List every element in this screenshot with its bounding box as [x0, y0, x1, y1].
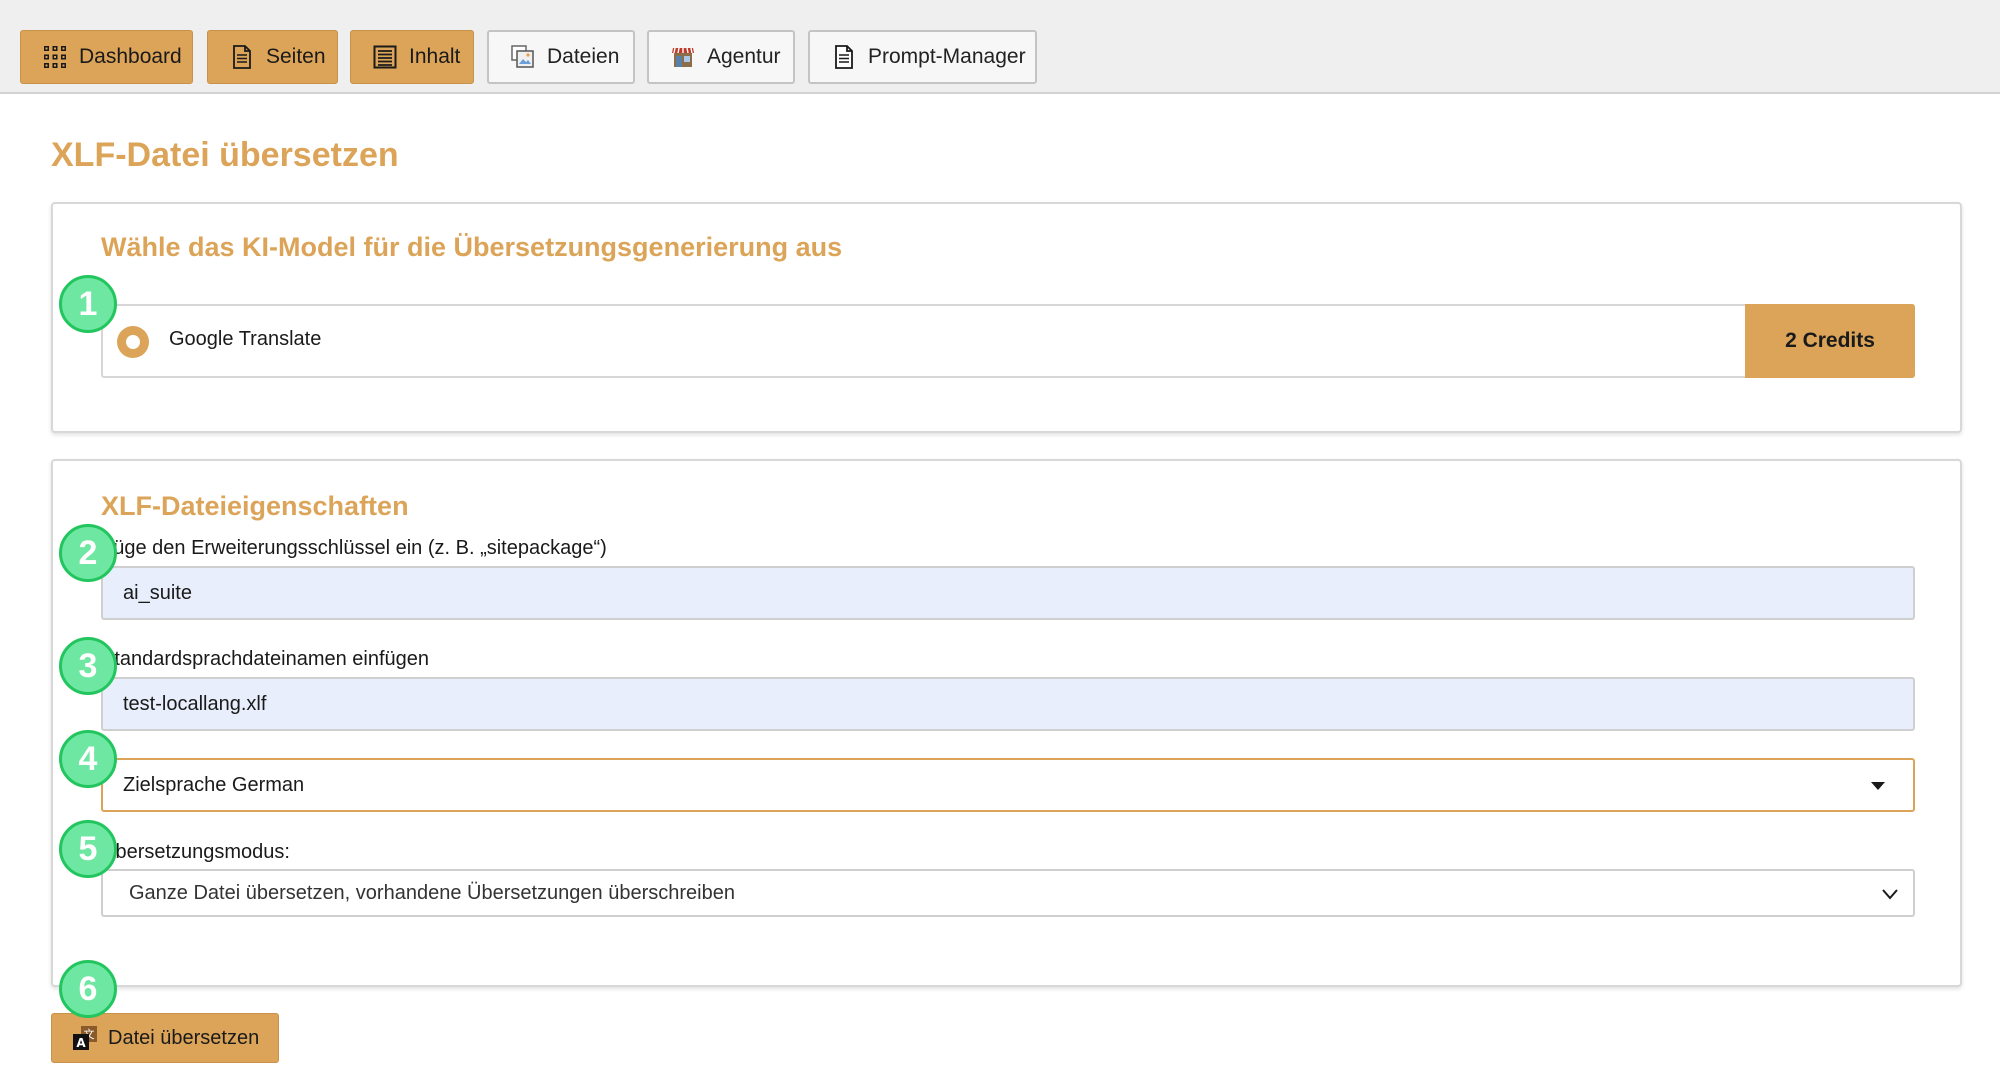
- page-icon: [233, 45, 251, 69]
- model-option-label: Google Translate: [169, 328, 322, 350]
- model-option-google-translate[interactable]: Google Translate 2 Credits: [101, 304, 1915, 378]
- nav-agentur-label: Agentur: [707, 45, 781, 68]
- target-language-value: Zielsprache German: [123, 773, 305, 796]
- nav-dateien-label: Dateien: [547, 45, 620, 68]
- nav-dashboard-label: Dashboard: [79, 45, 182, 68]
- step-badge-1: 1: [59, 275, 117, 333]
- filename-input[interactable]: [101, 677, 1915, 731]
- translation-mode-label: Übersetzungsmodus:: [101, 841, 290, 863]
- model-radio[interactable]: [117, 326, 149, 358]
- nav-dateien-button[interactable]: Dateien: [487, 30, 635, 84]
- nav-prompt-manager-label: Prompt-Manager: [868, 45, 1026, 68]
- nav-seiten-label: Seiten: [266, 45, 326, 68]
- credits-badge: 2 Credits: [1745, 304, 1915, 378]
- target-language-select[interactable]: Zielsprache German: [101, 758, 1915, 812]
- top-navigation: Dashboard Seiten Inhalt Dateien Agentur …: [0, 0, 2000, 94]
- nav-prompt-manager-button[interactable]: Prompt-Manager: [808, 30, 1037, 84]
- model-selection-panel: Wähle das KI-Model für die Übersetzungsg…: [51, 202, 1962, 433]
- step-badge-2: 2: [59, 524, 117, 582]
- files-icon: [511, 45, 534, 68]
- nav-inhalt-button[interactable]: Inhalt: [350, 30, 474, 84]
- translate-icon: 文A: [73, 1026, 97, 1050]
- document-icon: [835, 45, 853, 69]
- nav-inhalt-label: Inhalt: [409, 45, 461, 68]
- chevron-down-icon: [1882, 889, 1898, 900]
- nav-agentur-button[interactable]: Agentur: [647, 30, 795, 84]
- svg-text:A: A: [76, 1036, 86, 1050]
- properties-section-title: XLF-Dateieigenschaften: [101, 491, 409, 521]
- caret-down-icon: [1871, 782, 1885, 790]
- extension-key-input[interactable]: [101, 566, 1915, 620]
- grid-icon: [44, 46, 66, 68]
- step-badge-6: 6: [59, 960, 117, 1018]
- translate-file-button[interactable]: 文A Datei übersetzen: [51, 1013, 279, 1063]
- step-badge-5: 5: [59, 820, 117, 878]
- nav-dashboard-button[interactable]: Dashboard: [20, 30, 193, 84]
- step-badge-4: 4: [59, 730, 117, 788]
- content-list-icon: [373, 45, 397, 69]
- step-badge-3: 3: [59, 637, 117, 695]
- page-title: XLF-Datei übersetzen: [51, 136, 399, 174]
- filename-label: Standardsprachdateinamen einfügen: [101, 648, 430, 670]
- xlf-properties-panel: XLF-Dateieigenschaften Füge den Erweiter…: [51, 459, 1962, 987]
- storefront-icon: [672, 47, 694, 67]
- translate-file-label: Datei übersetzen: [108, 1026, 260, 1049]
- model-section-title: Wähle das KI-Model für die Übersetzungsg…: [101, 232, 843, 262]
- translation-mode-value: Ganze Datei übersetzen, vorhandene Übers…: [129, 881, 735, 904]
- translation-mode-select[interactable]: Ganze Datei übersetzen, vorhandene Übers…: [101, 869, 1915, 917]
- extension-key-label: Füge den Erweiterungsschlüssel ein (z. B…: [101, 537, 607, 559]
- nav-seiten-button[interactable]: Seiten: [207, 30, 338, 84]
